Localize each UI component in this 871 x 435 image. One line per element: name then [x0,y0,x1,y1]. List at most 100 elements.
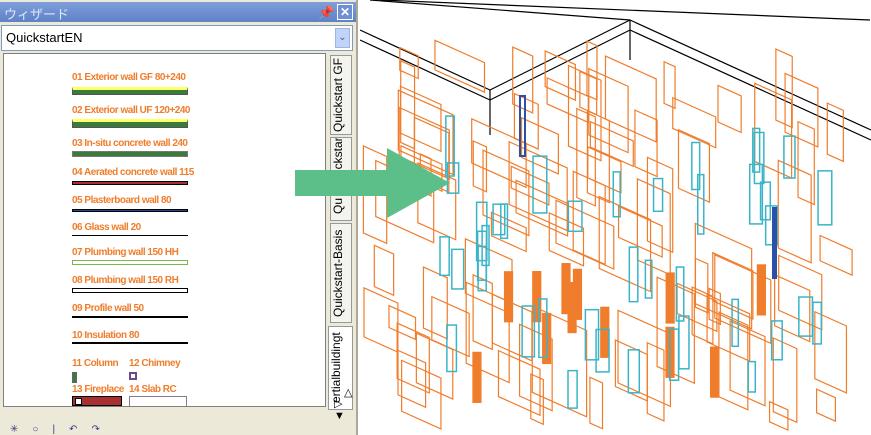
tab-scroll-up-button[interactable]: △ [344,388,352,399]
arrow-graphic [295,148,450,218]
wall-swatch [72,342,188,344]
wall-outline [587,145,622,194]
line-icon[interactable]: | [52,424,69,435]
list-item[interactable]: 14 Slab RC [129,384,177,395]
wall-outline [520,116,559,175]
wall-outline [826,102,844,163]
wall-outline [797,120,815,206]
window-outline [678,315,690,370]
window-outline [798,296,814,337]
wall-outline [373,244,395,297]
wall-outline [598,195,652,293]
bottom-toolbar: ✳○|↶↷ [0,424,330,435]
wall-swatch [72,181,188,185]
list-item[interactable]: 13 Fireplace [72,384,124,395]
wall-outline [617,309,672,408]
wall-swatch [72,119,188,128]
list-item[interactable]: 03 In-situ concrete wall 240 [72,138,188,149]
wall-swatch [72,316,188,318]
wall-outline [471,117,527,189]
wall-outline [588,67,629,154]
wall-outline [572,170,606,266]
tool-list: 01 Exterior wall GF 80+240 02 Exterior w… [3,53,326,407]
wall-outline [363,286,399,354]
list-item[interactable]: 10 Insulation 80 [72,330,140,341]
pin-icon[interactable]: 📌 [318,5,334,20]
wall-outline [634,109,658,178]
wall-swatch [72,151,188,157]
wall-outline [544,50,577,102]
wall-outline [617,205,663,258]
wall-outline [646,341,665,422]
tab-scroll-down-button[interactable]: ▼ [334,411,345,422]
list-item[interactable]: 04 Aerated concrete wall 115 [72,167,194,178]
window-outline [532,155,548,214]
wall-outline [422,266,448,340]
wall-swatch [72,235,188,236]
window-outline [817,170,833,226]
redo-icon[interactable]: ↷ [91,424,113,435]
palette-select[interactable]: QuickstartEN ⌄ [1,25,353,51]
wall-outline [694,222,753,330]
list-item[interactable]: 07 Plumbing wall 150 HH [72,247,179,258]
wall-outline [772,337,798,424]
tab-next-button[interactable]: ▷ [334,399,342,410]
list-item[interactable]: 12 Chimney [129,358,181,369]
list-item[interactable]: 08 Plumbing wall 150 RH [72,275,179,286]
wall-outline [510,165,550,206]
wall-outline [717,84,742,134]
list-item[interactable]: 05 Plasterboard wall 80 [72,195,172,206]
wall-outline [815,388,837,423]
door-block [472,351,482,403]
list-item[interactable]: 11 Column [72,358,119,369]
wall-outline [663,60,676,110]
window-outline [783,135,796,179]
list-item[interactable]: 09 Profile wall 50 [72,303,144,314]
circle-icon[interactable]: ○ [32,424,52,435]
wall-outline [774,273,811,343]
window-outline [747,360,757,393]
panel-title: ウィザード [4,7,70,22]
chimney-swatch [129,372,137,380]
window-outline [451,248,465,290]
wall-outline [768,400,789,432]
wall-outline [548,211,585,267]
door-block [756,264,766,316]
list-item[interactable]: 02 Exterior wall UF 120+240 [72,105,190,116]
snap-icon[interactable]: ✳ [10,424,32,435]
tab-quickstart-gf[interactable]: Quickstart GF [330,55,352,135]
list-item[interactable]: 06 Glass wall 20 [72,222,141,233]
wall-outline [677,128,711,204]
tab-quickstart-basis[interactable]: Quickstart-Basis [330,223,352,323]
window-outline [652,177,664,213]
close-button[interactable]: ✕ [337,4,353,20]
window-outline [628,246,639,303]
wall-outline [472,273,493,351]
wall-outline [672,96,717,149]
fireplace-swatch [72,396,122,406]
window-outline [439,236,450,277]
wall-swatch [72,288,188,293]
palette-tabs: Quickstart GF Quickstart UF Qu Quickstar… [328,53,354,423]
wall-swatch [72,260,188,265]
door-block [665,272,675,324]
wall-outline [401,359,442,430]
window-outline [812,301,823,345]
wall-outline [431,295,470,358]
wall-outline [589,376,604,430]
panel-titlebar: ウィザード 📌 ✕ [0,2,356,22]
wall-outline [388,304,417,341]
wall-outline [646,156,674,254]
door-block [503,271,514,323]
chevron-down-icon[interactable]: ⌄ [335,28,350,48]
undo-icon[interactable]: ↶ [69,424,91,435]
wall-outline [819,234,853,277]
palette-select-value: QuickstartEN [6,30,83,45]
wall-outline [513,92,539,150]
slab-swatch [129,396,187,406]
wall-outline [546,76,589,124]
wall-outline [814,310,848,394]
window-outline [567,369,578,409]
list-item[interactable]: 01 Exterior wall GF 80+240 [72,72,186,83]
window-outline [492,203,506,236]
